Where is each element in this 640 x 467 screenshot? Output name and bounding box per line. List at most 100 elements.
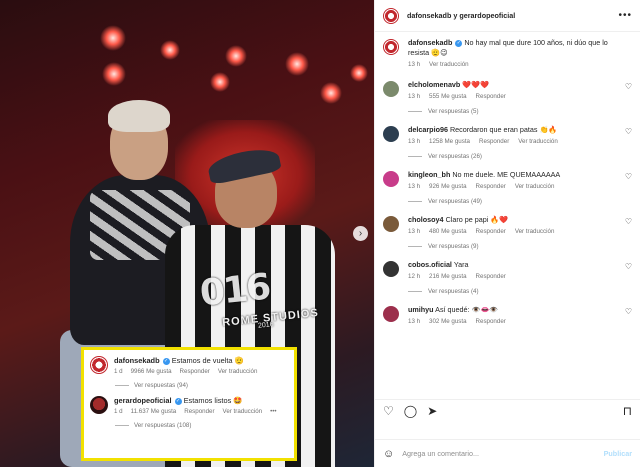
highlighted-comments: dafonsekadb ✓ Estamos de vuelta 🫡 1 d 99… [81, 347, 297, 461]
reply-button[interactable]: Responder [184, 408, 214, 415]
comment-username[interactable]: elcholomenavb [408, 80, 460, 89]
comment-likes[interactable]: 926 Me gusta [429, 183, 467, 190]
comment-text: Recordaron que eran patas 👏🔥 [449, 125, 558, 134]
caption-username[interactable]: dafonsekadb [408, 38, 452, 47]
author-avatar[interactable] [383, 7, 399, 24]
comment: cholosoy4 Claro pe papi 🔥❤️ 13 h 480 Me … [383, 215, 632, 235]
comment-likes[interactable]: 302 Me gusta [429, 318, 467, 325]
next-photo-button[interactable]: › [353, 226, 368, 241]
comment-username[interactable]: cholosoy4 [408, 215, 444, 224]
comment-text: Claro pe papi 🔥❤️ [445, 215, 509, 224]
reply-button[interactable]: Responder [476, 273, 506, 280]
stage-light [160, 40, 180, 60]
emoji-icon[interactable]: ☺ [383, 448, 394, 460]
view-replies-button[interactable]: Ver respuestas (5) [408, 108, 632, 115]
heart-icon[interactable]: ♡ [625, 127, 632, 136]
translate-link[interactable]: Ver traducción [218, 368, 258, 375]
translate-link[interactable]: Ver traducción [515, 183, 555, 190]
more-horizontal-icon[interactable]: ••• [618, 10, 632, 21]
comment-time: 13 h [408, 93, 421, 100]
comment-input[interactable] [402, 449, 604, 458]
comment-text: Estamos de vuelta 🫡 [171, 356, 244, 365]
stage-light [320, 82, 342, 104]
add-comment-bar: ☺ Publicar [375, 439, 640, 467]
reply-button[interactable]: Responder [180, 368, 210, 375]
avatar[interactable] [383, 216, 399, 232]
translate-link[interactable]: Ver traducción [515, 228, 555, 235]
heart-icon[interactable]: ♡ [625, 217, 632, 226]
stage-light [210, 72, 230, 92]
post-header: dafonsekadb y gerardopeoficial ••• [375, 0, 640, 32]
comment: kingleon_bh No me duele. ME QUEMAAAAAA 1… [383, 170, 632, 190]
post-authors[interactable]: dafonsekadb y gerardopeoficial [407, 11, 618, 20]
reply-button[interactable]: Responder [479, 138, 509, 145]
avatar[interactable] [383, 261, 399, 277]
comment-username[interactable]: delcarpio96 [408, 125, 448, 134]
translate-link[interactable]: Ver traducción [223, 408, 263, 415]
comment-text: No me duele. ME QUEMAAAAAA [452, 170, 561, 179]
reply-button[interactable]: Responder [476, 93, 506, 100]
avatar[interactable] [90, 396, 108, 414]
instagram-post-view: 016 ROME STUDIOS 2016 › dafonsekadb ✓ Es… [0, 0, 640, 467]
comment-likes[interactable]: 9966 Me gusta [131, 368, 172, 375]
heart-icon[interactable]: ♡ [625, 172, 632, 181]
heart-icon[interactable]: ♡ [625, 82, 632, 91]
comment-likes[interactable]: 216 Me gusta [429, 273, 467, 280]
reply-button[interactable]: Responder [476, 228, 506, 235]
divider [408, 111, 422, 112]
verified-badge-icon: ✓ [174, 397, 182, 405]
avatar[interactable] [383, 81, 399, 97]
bookmark-icon[interactable]: ⊓ [623, 405, 632, 417]
comment-icon[interactable]: ◯ [404, 405, 417, 417]
avatar[interactable] [90, 356, 108, 374]
divider [115, 385, 129, 386]
heart-icon[interactable]: ♡ [383, 405, 394, 417]
view-replies-button[interactable]: Ver respuestas (26) [408, 153, 632, 160]
comment-username[interactable]: cobos.oficial [408, 260, 452, 269]
divider [408, 201, 422, 202]
comment-text: Yara [453, 260, 469, 269]
reply-button[interactable]: Responder [476, 318, 506, 325]
avatar[interactable] [383, 126, 399, 142]
avatar[interactable] [383, 171, 399, 187]
translate-link[interactable]: Ver traducción [518, 138, 558, 145]
comment-username[interactable]: gerardopeoficial [114, 396, 172, 405]
comments-list[interactable]: dafonsekadb ✓ No hay mal que dure 100 añ… [375, 32, 640, 399]
view-replies-label: Ver respuestas (4) [428, 288, 479, 295]
more-options-icon[interactable]: ••• [270, 408, 277, 415]
post-actions: ♡ ◯ ➤ ⊓ [375, 399, 640, 421]
reply-button[interactable]: Responder [476, 183, 506, 190]
view-replies-button[interactable]: Ver respuestas (4) [408, 288, 632, 295]
view-replies-button[interactable]: Ver respuestas (108) [115, 422, 288, 429]
comment: umihyu Así quedé: 👁️👄👁️ 13 h 302 Me gust… [383, 305, 632, 325]
comment-time: 1 d [114, 368, 123, 375]
view-replies-button[interactable]: Ver respuestas (49) [408, 198, 632, 205]
comment-username[interactable]: umihyu [408, 305, 434, 314]
divider [408, 156, 422, 157]
comment-username[interactable]: kingleon_bh [408, 170, 450, 179]
post-photo: 016 ROME STUDIOS 2016 › dafonsekadb ✓ Es… [0, 0, 374, 467]
comment-username[interactable]: dafonsekadb [114, 356, 160, 365]
view-replies-button[interactable]: Ver respuestas (9) [408, 243, 632, 250]
heart-icon[interactable]: ♡ [625, 262, 632, 271]
post-caption: dafonsekadb ✓ No hay mal que dure 100 añ… [383, 38, 632, 68]
stage-light [100, 25, 126, 51]
send-icon[interactable]: ➤ [427, 405, 437, 417]
comment-likes[interactable]: 11.637 Me gusta [131, 408, 177, 415]
comment-likes[interactable]: 1258 Me gusta [429, 138, 470, 145]
view-replies-label: Ver respuestas (94) [134, 382, 188, 389]
comment-likes[interactable]: 555 Me gusta [429, 93, 467, 100]
translate-link[interactable]: Ver traducción [429, 61, 469, 68]
stage-light [350, 64, 368, 82]
highlight-comment: dafonsekadb ✓ Estamos de vuelta 🫡 1 d 99… [90, 356, 288, 375]
view-replies-button[interactable]: Ver respuestas (94) [115, 382, 288, 389]
comment-time: 12 h [408, 273, 421, 280]
heart-icon[interactable]: ♡ [625, 307, 632, 316]
view-replies-label: Ver respuestas (26) [428, 153, 482, 160]
divider [408, 246, 422, 247]
person-left-hair [108, 100, 170, 132]
publish-button[interactable]: Publicar [604, 449, 632, 458]
avatar[interactable] [383, 306, 399, 322]
avatar[interactable] [383, 39, 399, 55]
comment-likes[interactable]: 480 Me gusta [429, 228, 467, 235]
